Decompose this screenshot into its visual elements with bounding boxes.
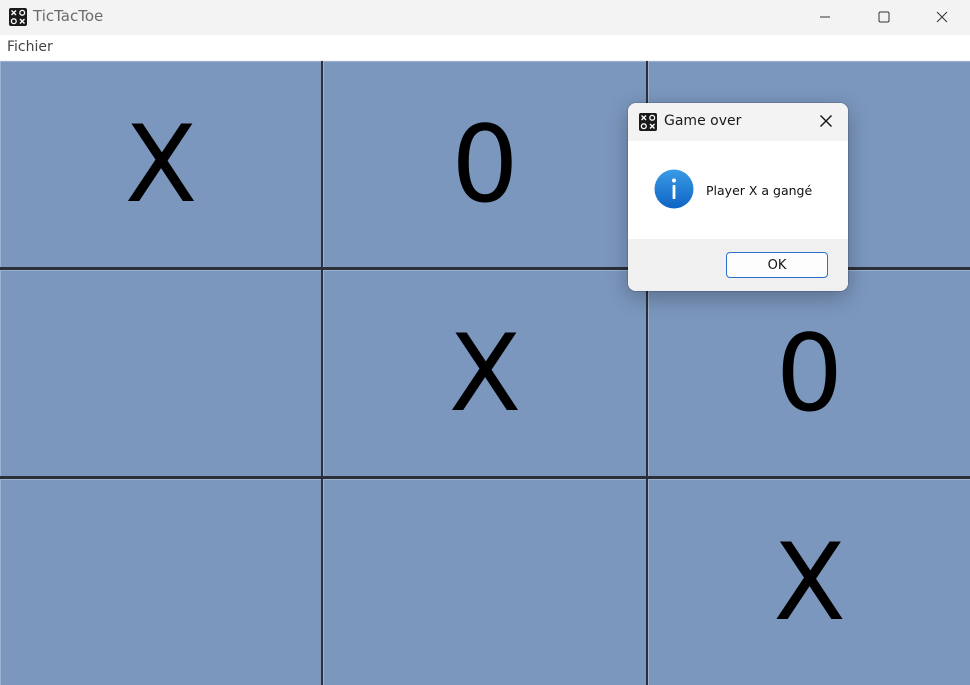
cell-mark: X	[124, 102, 198, 226]
cell-mark: X	[773, 520, 846, 644]
dialog-footer: OK	[628, 239, 848, 291]
board-cell-r1c1[interactable]: X	[0, 61, 321, 267]
title-bar[interactable]: TicTacToe	[0, 0, 970, 34]
close-icon	[936, 11, 948, 23]
info-icon	[654, 169, 694, 209]
board-cell-r2c3[interactable]: 0	[648, 270, 970, 476]
game-over-dialog: Game over Player X a gangé OK	[628, 103, 848, 291]
board-cell-r2c2[interactable]: X	[323, 270, 646, 476]
dialog-close-button[interactable]	[814, 111, 838, 133]
board-cell-r1c2[interactable]: 0	[323, 61, 646, 267]
ok-button[interactable]: OK	[726, 252, 828, 278]
maximize-button[interactable]	[855, 0, 913, 34]
app-window: TicTacToe Fichier X 0 X 0 X Game over Pl…	[0, 0, 970, 685]
cell-mark: 0	[775, 311, 844, 435]
minimize-icon	[819, 11, 831, 23]
window-title: TicTacToe	[33, 7, 104, 25]
board-cell-r2c1[interactable]	[0, 270, 321, 476]
minimize-button[interactable]	[796, 0, 854, 34]
board-cell-r3c2[interactable]	[323, 479, 646, 685]
cell-mark: X	[448, 311, 522, 435]
close-icon	[819, 113, 833, 132]
dialog-body: Player X a gangé	[628, 141, 848, 239]
board-cell-r3c1[interactable]	[0, 479, 321, 685]
board-cell-r3c3[interactable]: X	[648, 479, 970, 685]
maximize-icon	[878, 11, 890, 23]
dialog-title-bar[interactable]: Game over	[628, 103, 848, 141]
cell-mark: 0	[451, 102, 519, 226]
dialog-title: Game over	[664, 113, 742, 129]
tictactoe-grid-icon	[9, 8, 27, 26]
dialog-message: Player X a gangé	[706, 183, 813, 198]
close-button[interactable]	[913, 0, 970, 34]
tictactoe-grid-icon	[639, 113, 657, 131]
menu-bar: Fichier	[0, 35, 970, 60]
menu-item-fichier[interactable]: Fichier	[7, 39, 53, 55]
